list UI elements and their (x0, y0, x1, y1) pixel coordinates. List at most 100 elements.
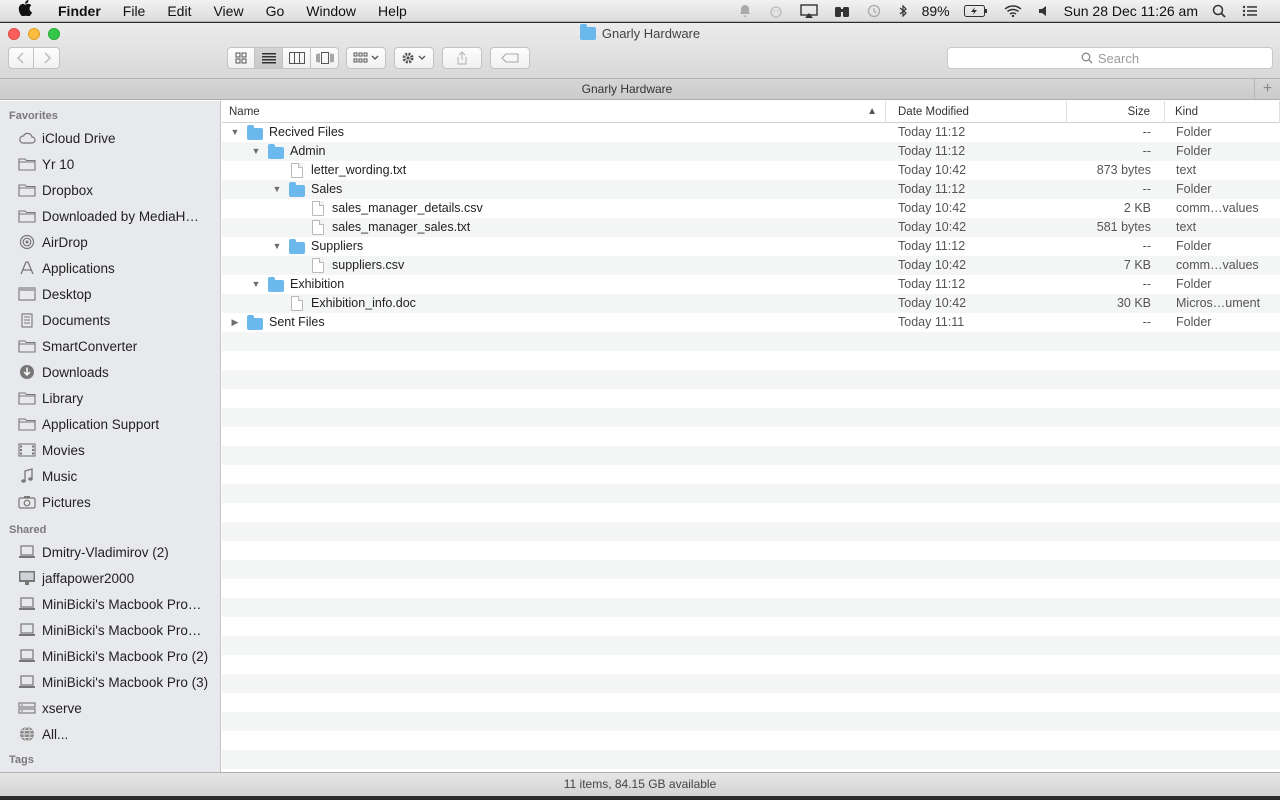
wifi-icon[interactable] (1004, 4, 1022, 18)
disclosure-expanded-icon[interactable]: ▼ (271, 184, 283, 196)
search-field[interactable]: Search (947, 47, 1273, 69)
folder-icon (18, 182, 36, 198)
file-size: -- (1142, 315, 1151, 329)
sidebar-item-application-support[interactable]: Application Support (0, 411, 220, 437)
column-header-name[interactable]: Name ▲ (222, 101, 886, 123)
disclosure-expanded-icon[interactable]: ▼ (250, 279, 262, 291)
status-bar: 11 items, 84.15 GB available (0, 772, 1280, 796)
sidebar-item-yr-10[interactable]: Yr 10 (0, 151, 220, 177)
sidebar-item-desktop[interactable]: Desktop (0, 281, 220, 307)
file-name-cell: suppliers.csv (222, 256, 886, 275)
file-name-cell: ▼ Recived Files (222, 123, 886, 142)
sidebar-item-label: Movies (42, 442, 85, 458)
sidebar-shared-all[interactable]: All... (0, 721, 220, 747)
sidebar-item-library[interactable]: Library (0, 385, 220, 411)
movies-icon (18, 442, 36, 458)
file-name-cell: ▼ Admin (222, 142, 886, 161)
sidebar-item-label: Yr 10 (42, 156, 75, 172)
sidebar-shared-minibicki-s-macbook-pro-3[interactable]: MiniBicki's Macbook Pro (3) (0, 669, 220, 695)
apple-menu-icon[interactable] (18, 0, 38, 21)
empty-row (222, 598, 1280, 617)
menu-help[interactable]: Help (367, 0, 418, 22)
bluetooth-icon[interactable] (898, 4, 908, 18)
sidebar-shared-xserve[interactable]: xserve (0, 695, 220, 721)
file-date: Today 11:12 (898, 277, 966, 291)
file-row[interactable]: Exhibition_info.doc Today 10:42 30 KB Micro… (222, 294, 1280, 313)
menu-edit[interactable]: Edit (156, 0, 202, 22)
menu-window[interactable]: Window (295, 0, 367, 22)
cloud-sync-icon[interactable] (768, 4, 784, 18)
clock[interactable]: Sun 28 Dec 11:26 am (1064, 3, 1198, 19)
list-view-button[interactable] (255, 47, 283, 69)
file-name-cell: Exhibition_info.doc (222, 294, 886, 313)
column-header-kind[interactable]: Kind (1165, 101, 1280, 123)
empty-row (222, 579, 1280, 598)
notification-center-icon[interactable] (1242, 4, 1258, 18)
computer-icon (18, 674, 36, 690)
menu-file[interactable]: File (112, 0, 157, 22)
desktop-icon (18, 286, 36, 302)
sidebar-item-music[interactable]: Music (0, 463, 220, 489)
action-menu-button[interactable] (394, 47, 434, 69)
edit-tags-button[interactable] (490, 47, 530, 69)
disclosure-collapsed-icon[interactable]: ▶ (229, 317, 241, 329)
folder-icon (18, 338, 36, 354)
column-header-size[interactable]: Size (1067, 101, 1165, 123)
disclosure-expanded-icon[interactable]: ▼ (250, 146, 262, 158)
volume-icon[interactable] (1038, 4, 1050, 18)
file-row[interactable]: ▼ Exhibition Today 11:12 -- Folder (222, 275, 1280, 294)
column-header-date-modified[interactable]: Date Modified (886, 101, 1067, 123)
file-row[interactable]: ▼ Admin Today 11:12 -- Folder (222, 142, 1280, 161)
back-button[interactable] (8, 47, 34, 69)
file-row[interactable]: ▶ Sent Files Today 11:11 -- Folder (222, 313, 1280, 332)
sidebar-item-downloads[interactable]: Downloads (0, 359, 220, 385)
file-row[interactable]: letter_wording.txt Today 10:42 873 bytes te… (222, 161, 1280, 180)
file-kind: text (1176, 163, 1197, 177)
new-tab-button[interactable]: + (1254, 79, 1280, 99)
menu-view[interactable]: View (202, 0, 254, 22)
sidebar-item-pictures[interactable]: Pictures (0, 489, 220, 515)
sidebar-item-smartconverter[interactable]: SmartConverter (0, 333, 220, 359)
sidebar-shared-minibicki-s-macbook-pro-2[interactable]: MiniBicki's Macbook Pro (2) (0, 643, 220, 669)
file-row[interactable]: ▼ Sales Today 11:12 -- Folder (222, 180, 1280, 199)
sidebar-item-documents[interactable]: Documents (0, 307, 220, 333)
sidebar-item-applications[interactable]: Applications (0, 255, 220, 281)
sidebar-item-movies[interactable]: Movies (0, 437, 220, 463)
file-row[interactable]: ▼ Suppliers Today 11:12 -- Folder (222, 237, 1280, 256)
battery-percent[interactable]: 89% (922, 3, 950, 19)
airplay-icon[interactable] (799, 3, 818, 18)
spotlight-search-icon[interactable] (1212, 4, 1226, 18)
column-view-button[interactable] (283, 47, 311, 69)
sidebar-shared-minibicki-s-macbook-pro[interactable]: MiniBicki's Macbook Pro… (0, 617, 220, 643)
arrange-button[interactable] (346, 47, 386, 69)
sidebar-item-icloud-drive[interactable]: iCloud Drive (0, 125, 220, 151)
file-row[interactable]: suppliers.csv Today 10:42 7 KB comm…values (222, 256, 1280, 275)
document-icon (291, 163, 303, 178)
menu-finder[interactable]: Finder (52, 0, 112, 22)
file-row[interactable]: sales_manager_sales.txt Today 10:42 581 by… (222, 218, 1280, 237)
file-row[interactable]: sales_manager_details.csv Today 10:42 2 KB… (222, 199, 1280, 218)
disclosure-expanded-icon[interactable]: ▼ (271, 241, 283, 253)
cloud-icon (18, 130, 36, 146)
battery-icon[interactable] (963, 4, 988, 17)
time-machine-icon[interactable] (866, 4, 882, 18)
binoculars-icon[interactable] (834, 4, 850, 18)
file-row[interactable]: ▼ Recived Files Today 11:12 -- Folder (222, 123, 1280, 142)
menu-go[interactable]: Go (255, 0, 296, 22)
icon-view-button[interactable] (227, 47, 255, 69)
sidebar-shared-jaffapower2000[interactable]: jaffapower2000 (0, 565, 220, 591)
cover-flow-button[interactable] (311, 47, 339, 69)
disclosure-expanded-icon[interactable]: ▼ (229, 127, 241, 139)
notification-bell-icon[interactable] (738, 4, 752, 18)
file-size: 2 KB (1123, 201, 1151, 215)
sidebar-shared-minibicki-s-macbook-pro[interactable]: MiniBicki's Macbook Pro… (0, 591, 220, 617)
share-button[interactable] (442, 47, 482, 69)
sidebar-item-downloaded-by-mediah[interactable]: Downloaded by MediaH… (0, 203, 220, 229)
tab-gnarly-hardware[interactable]: Gnarly Hardware (0, 79, 1254, 99)
sidebar-shared-dmitry-vladimirov-2[interactable]: Dmitry-Vladimirov (2) (0, 539, 220, 565)
sidebar-item-airdrop[interactable]: AirDrop (0, 229, 220, 255)
documents-icon (18, 312, 36, 328)
sidebar-item-dropbox[interactable]: Dropbox (0, 177, 220, 203)
file-date: Today 10:42 (898, 258, 967, 272)
forward-button[interactable] (34, 47, 60, 69)
